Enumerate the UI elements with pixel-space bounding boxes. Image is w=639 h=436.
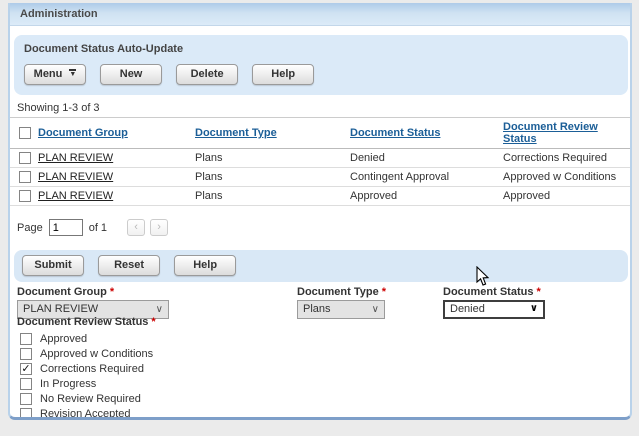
menu-button[interactable]: Menu▼: [24, 64, 86, 85]
document-type-cell: Plans: [195, 168, 350, 187]
required-asterisk: *: [151, 316, 155, 328]
column-header-document-group[interactable]: Document Group: [38, 127, 128, 139]
row-checkbox[interactable]: [19, 152, 31, 164]
approved-checkbox[interactable]: [20, 333, 32, 345]
chevron-down-icon: ∨: [156, 301, 163, 318]
document-group-label: Document Group*: [17, 286, 169, 298]
select-all-checkbox[interactable]: [19, 127, 31, 139]
corrections-required-checkbox[interactable]: ✓: [20, 363, 32, 375]
required-asterisk: *: [110, 286, 114, 298]
document-review-status-cell: Approved: [503, 187, 630, 206]
auto-update-form: Document Group* PLAN REVIEW∨ Document Ty…: [10, 284, 630, 420]
document-review-status-cell: Approved w Conditions: [503, 168, 630, 187]
checkbox-option: No Review Required: [20, 391, 153, 406]
page-of-label: of 1: [89, 222, 107, 234]
document-review-status-options: Approved Approved w Conditions ✓ Correct…: [20, 331, 153, 420]
required-asterisk: *: [382, 286, 386, 298]
checkbox-label: No Review Required: [40, 393, 141, 405]
document-status-cell: Approved: [350, 187, 503, 206]
checkbox-option: Approved: [20, 331, 153, 346]
table-row: PLAN REVIEW Plans Approved Approved: [10, 187, 630, 206]
no-review-required-checkbox[interactable]: [20, 393, 32, 405]
column-header-document-review-status[interactable]: Document Review Status: [503, 121, 598, 145]
page-number-input[interactable]: [49, 219, 83, 236]
column-header-document-type[interactable]: Document Type: [195, 127, 277, 139]
next-page-button[interactable]: ›: [150, 219, 168, 236]
document-type-label: Document Type*: [297, 286, 386, 298]
page-title: Administration: [10, 3, 630, 26]
new-button[interactable]: New: [100, 64, 162, 85]
panel-title: Document Status Auto-Update: [24, 43, 618, 55]
toolbar: Menu▼ New Delete Help: [24, 64, 618, 85]
action-bar: Submit Reset Help: [14, 250, 628, 282]
submit-button[interactable]: Submit: [22, 255, 84, 276]
document-group-link[interactable]: PLAN REVIEW: [38, 152, 113, 164]
results-table: Document Group Document Type Document St…: [10, 117, 630, 206]
prev-page-button[interactable]: ‹: [127, 219, 145, 236]
document-type-cell: Plans: [195, 187, 350, 206]
help-button-bottom[interactable]: Help: [174, 255, 236, 276]
chevron-down-icon: ∨: [530, 301, 538, 316]
administration-window: Administration Document Status Auto-Upda…: [8, 3, 632, 420]
approved-w-conditions-checkbox[interactable]: [20, 348, 32, 360]
checkbox-label: In Progress: [40, 378, 96, 390]
in-progress-checkbox[interactable]: [20, 378, 32, 390]
table-row: PLAN REVIEW Plans Contingent Approval Ap…: [10, 168, 630, 187]
table-header-row: Document Group Document Type Document St…: [10, 118, 630, 149]
checkbox-option: Approved w Conditions: [20, 346, 153, 361]
document-group-link[interactable]: PLAN REVIEW: [38, 190, 113, 202]
document-status-label: Document Status*: [443, 286, 545, 298]
menu-caret-icon: ▼: [69, 69, 76, 78]
column-header-document-status[interactable]: Document Status: [350, 127, 440, 139]
document-status-auto-update-panel: Document Status Auto-Update Menu▼ New De…: [14, 35, 628, 95]
chevron-right-icon: ›: [157, 221, 161, 233]
checkbox-option: In Progress: [20, 376, 153, 391]
results-count: Showing 1-3 of 3: [17, 102, 630, 114]
checkbox-label: Approved w Conditions: [40, 348, 153, 360]
checkbox-label: Approved: [40, 333, 87, 345]
revision-accepted-checkbox[interactable]: [20, 408, 32, 420]
document-type-cell: Plans: [195, 149, 350, 168]
checkbox-label: Revision Accepted: [40, 408, 131, 420]
document-review-status-label: Document Review Status*: [17, 316, 156, 328]
checkbox-option: ✓ Corrections Required: [20, 361, 153, 376]
page-label: Page: [17, 222, 43, 234]
reset-button[interactable]: Reset: [98, 255, 160, 276]
document-status-cell: Denied: [350, 149, 503, 168]
checkbox-option: Revision Accepted: [20, 406, 153, 420]
pagination: Page of 1 ‹ ›: [17, 219, 630, 236]
document-review-status-cell: Corrections Required: [503, 149, 630, 168]
table-row: PLAN REVIEW Plans Denied Corrections Req…: [10, 149, 630, 168]
delete-button[interactable]: Delete: [176, 64, 238, 85]
checkbox-label: Corrections Required: [40, 363, 144, 375]
document-status-cell: Contingent Approval: [350, 168, 503, 187]
document-group-link[interactable]: PLAN REVIEW: [38, 171, 113, 183]
document-status-select[interactable]: Denied∨: [443, 300, 545, 319]
help-button[interactable]: Help: [252, 64, 314, 85]
chevron-left-icon: ‹: [134, 221, 138, 233]
row-checkbox[interactable]: [19, 171, 31, 183]
chevron-down-icon: ∨: [372, 301, 379, 318]
required-asterisk: *: [536, 286, 540, 298]
row-checkbox[interactable]: [19, 190, 31, 202]
document-type-select[interactable]: Plans∨: [297, 300, 385, 319]
